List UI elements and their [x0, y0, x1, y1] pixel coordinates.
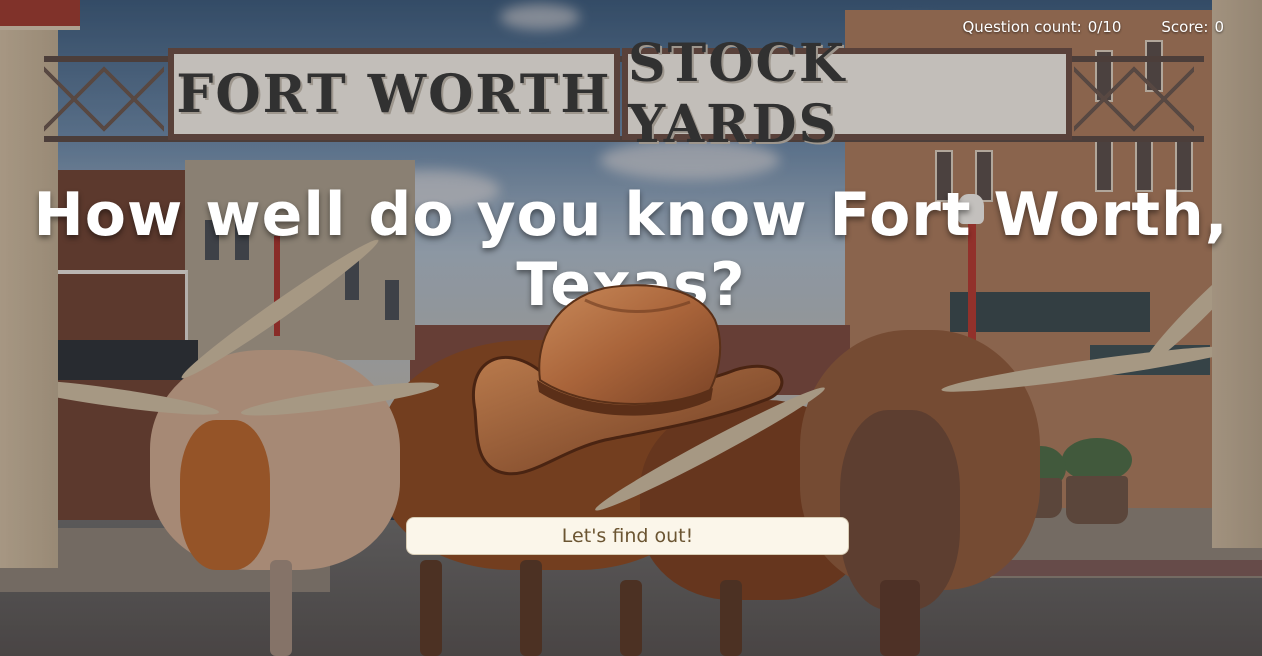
start-quiz-button[interactable]: Let's find out! — [406, 517, 849, 555]
score-hud: Question count: 0/10 Score: 0 — [962, 18, 1224, 36]
score-label: Score: — [1161, 18, 1209, 36]
question-count-value: 0/10 — [1087, 18, 1122, 36]
question-counter: Question count: 0/10 — [962, 18, 1121, 36]
question-count-label: Question count: — [962, 18, 1082, 36]
score-counter: Score: 0 — [1161, 18, 1224, 36]
cowboy-hat-icon — [472, 284, 784, 476]
score-value: 0 — [1214, 18, 1224, 36]
